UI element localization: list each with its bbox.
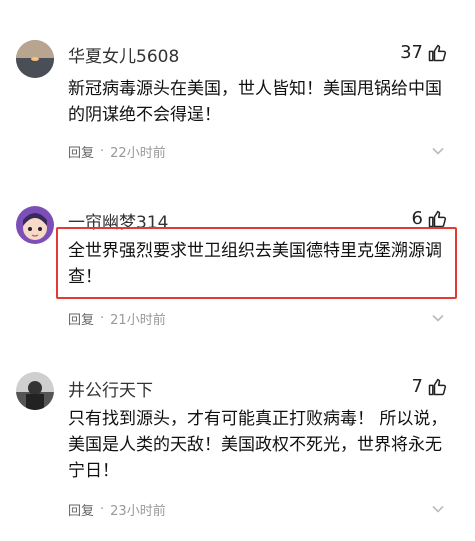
like-button[interactable]: 7: [412, 376, 447, 397]
like-count: 7: [411, 376, 423, 397]
separator-dot: ·: [100, 502, 105, 517]
thumbs-up-icon: [428, 378, 447, 395]
chevron-down-icon[interactable]: [431, 502, 445, 516]
timestamp: 23小时前: [110, 504, 166, 519]
comment-item: 井公行天下 7 只有找到源头，才有可能真正打败病毒！ 所以说，美国是人类的天敌！…: [0, 0, 475, 541]
author-name[interactable]: 井公行天下: [68, 376, 153, 401]
photo-avatar-icon[interactable]: [16, 372, 54, 410]
reply-button[interactable]: 回复: [68, 500, 94, 519]
comment-meta: 回复 · 23小时前: [68, 500, 166, 519]
comment-text: 只有找到源头，才有可能真正打败病毒！ 所以说，美国是人类的天敌！美国政权不死光，…: [68, 409, 448, 481]
